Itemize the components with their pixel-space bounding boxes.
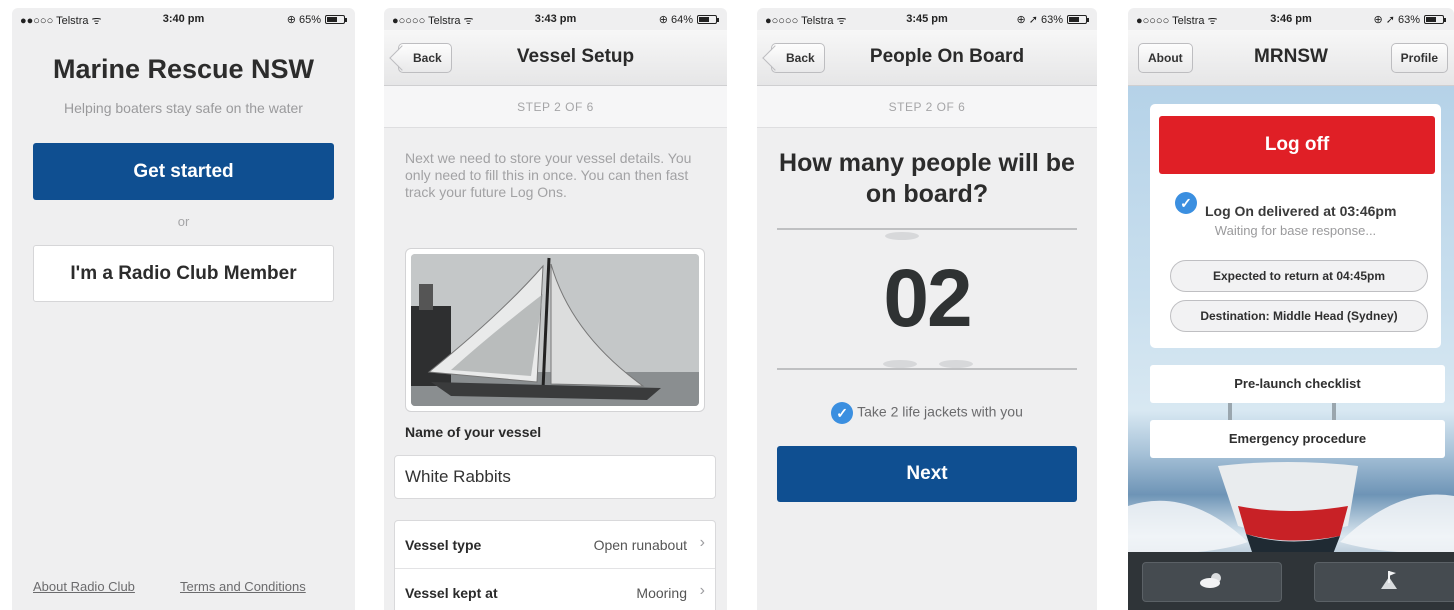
vessel-name-input[interactable]: White Rabbits <box>394 455 716 499</box>
chevron-right-icon: › <box>699 582 705 599</box>
nav-bar: Back People On Board <box>757 30 1097 86</box>
status-bar: ●○○○○ Telstra ᯤ 3:45 pm ⊕ ➚ 63% <box>757 8 1097 30</box>
vessel-options-list: Vessel type Open runabout › Vessel kept … <box>394 520 716 610</box>
app-tagline: Helping boaters stay safe on the water <box>64 100 303 116</box>
log-status-card: Log off ✓ Log On delivered at 03:46pm Wa… <box>1150 104 1441 348</box>
battery-icon <box>1424 15 1446 24</box>
vessel-kept-at-row[interactable]: Vessel kept at Mooring › <box>395 569 715 610</box>
battery-percent: ⊕ 65% <box>286 14 321 26</box>
screen-people-on-board: ●○○○○ Telstra ᯤ 3:45 pm ⊕ ➚ 63% Back Peo… <box>757 8 1097 610</box>
vessel-type-row[interactable]: Vessel type Open runabout › <box>395 521 715 569</box>
step-indicator: STEP 2 OF 6 <box>384 86 727 128</box>
battery-percent: ⊕ ➚ 63% <box>1016 14 1063 26</box>
people-question: How many people will be on board? <box>779 149 1075 208</box>
tab-weather[interactable] <box>1142 562 1282 602</box>
picker-prev-value <box>885 232 919 240</box>
battery-icon <box>697 15 719 24</box>
screen-welcome: ●●○○○ Telstra ᯤ 3:40 pm ⊕ 65% Marine Res… <box>12 8 355 610</box>
radio-club-member-button[interactable]: I'm a Radio Club Member <box>33 245 334 302</box>
tab-bar <box>1128 552 1454 610</box>
terms-link[interactable]: Terms and Conditions <box>180 579 306 594</box>
row-value: Mooring <box>636 585 687 601</box>
destination-pill[interactable]: Destination: Middle Head (Sydney) <box>1170 300 1428 332</box>
battery-percent: ⊕ ➚ 63% <box>1373 14 1420 26</box>
picker-next-value <box>939 360 973 368</box>
picker-next-value <box>883 360 917 368</box>
check-icon: ✓ <box>1175 192 1197 214</box>
pre-launch-checklist-button[interactable]: Pre-launch checklist <box>1150 365 1445 403</box>
intro-text: Next we need to store your vessel detail… <box>405 150 692 200</box>
screen-mrnsw-status: ●○○○○ Telstra ᯤ 3:46 pm ⊕ ➚ 63% About MR… <box>1128 8 1454 610</box>
status-bar: ●●○○○ Telstra ᯤ 3:40 pm ⊕ 65% <box>12 8 355 30</box>
check-icon: ✓ <box>831 402 854 424</box>
nav-bar: About MRNSW Profile <box>1128 30 1454 86</box>
about-radio-club-link[interactable]: About Radio Club <box>33 579 135 594</box>
flag-icon <box>1377 569 1401 596</box>
nav-bar: Back Vessel Setup <box>384 30 727 86</box>
profile-button[interactable]: Profile <box>1390 43 1448 73</box>
battery-status: ⊕ 65% <box>286 13 347 26</box>
battery-icon <box>1067 15 1089 24</box>
vessel-photo[interactable] <box>405 248 705 412</box>
chevron-right-icon: › <box>699 534 705 551</box>
tab-navigation[interactable] <box>1314 562 1454 602</box>
status-bar: ●○○○○ Telstra ᯤ 3:43 pm ⊕ 64% <box>384 8 727 30</box>
page-title: Vessel Setup <box>516 46 635 67</box>
battery-icon <box>325 15 347 24</box>
page-title: People On Board <box>869 46 1025 67</box>
waiting-status: Waiting for base response... <box>1214 223 1377 238</box>
battery-status: ⊕ 64% <box>658 13 719 26</box>
status-bar: ●○○○○ Telstra ᯤ 3:46 pm ⊕ ➚ 63% <box>1128 8 1454 30</box>
picker-bottom-line <box>777 368 1077 370</box>
get-started-button[interactable]: Get started <box>33 143 334 200</box>
battery-percent: ⊕ 64% <box>658 14 693 26</box>
weather-icon <box>1198 570 1226 595</box>
people-count-picker[interactable]: 02 <box>777 228 1077 370</box>
people-count: 02 <box>883 253 972 344</box>
delivery-status: Log On delivered at 03:46pm <box>1205 203 1397 219</box>
app-title: Marine Rescue NSW <box>52 54 315 84</box>
row-label: Vessel type <box>405 537 482 553</box>
life-jackets-note: ✓ Take 2 life jackets with you <box>757 402 1097 424</box>
sailboat-image <box>411 254 699 406</box>
screen-vessel-setup: ●○○○○ Telstra ᯤ 3:43 pm ⊕ 64% Back Vesse… <box>384 8 727 610</box>
life-jackets-text: Take 2 life jackets with you <box>857 403 1023 420</box>
step-indicator: STEP 2 OF 6 <box>757 86 1097 128</box>
emergency-procedure-button[interactable]: Emergency procedure <box>1150 420 1445 458</box>
next-button[interactable]: Next <box>777 446 1077 502</box>
vessel-name-label: Name of your vessel <box>405 424 542 440</box>
or-divider: or <box>177 214 190 229</box>
battery-status: ⊕ ➚ 63% <box>1373 13 1446 26</box>
row-label: Vessel kept at <box>405 585 498 601</box>
log-off-button[interactable]: Log off <box>1159 116 1435 174</box>
picker-top-line <box>777 228 1077 230</box>
battery-status: ⊕ ➚ 63% <box>1016 13 1089 26</box>
row-value: Open runabout <box>593 537 687 553</box>
expected-return-pill[interactable]: Expected to return at 04:45pm <box>1170 260 1428 292</box>
